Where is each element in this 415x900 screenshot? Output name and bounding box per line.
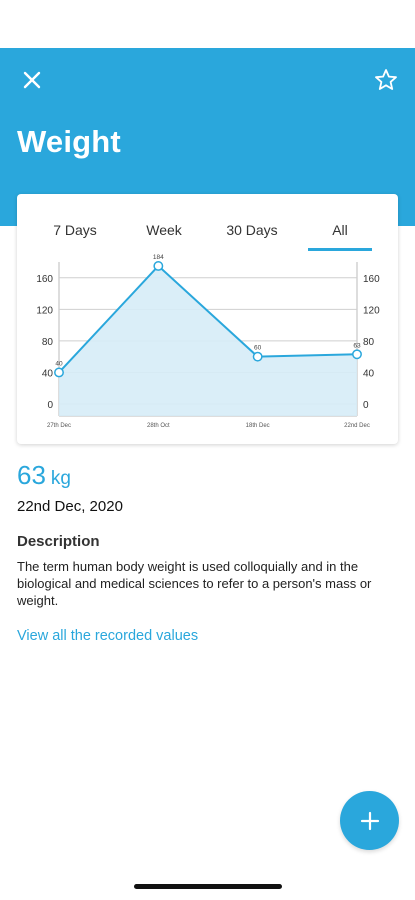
data-label: 63 xyxy=(353,342,361,349)
home-indicator xyxy=(134,884,282,889)
chart-card: 7 Days Week 30 Days All 0 0 40 40 80 80 120 120… xyxy=(17,194,398,444)
y-tick-label-left: 40 xyxy=(42,368,54,379)
latest-unit: kg xyxy=(50,468,71,489)
page-title: Weight xyxy=(17,124,121,159)
view-all-values-link[interactable]: View all the recorded values xyxy=(17,628,198,644)
x-tick-label: 27th Dec xyxy=(47,423,71,429)
weight-chart: 0 040 4080 80120 120160 1604018460 6327th Dec 2… xyxy=(36,254,380,429)
y-tick-label-right: 40 xyxy=(363,368,375,379)
star-outline-icon xyxy=(375,69,397,90)
y-tick-label-left: 160 xyxy=(36,274,53,285)
x-tick-label: 28th Oct xyxy=(147,423,170,429)
tab-7-days[interactable]: 7 Days xyxy=(53,222,97,238)
y-tick-label-right: 120 xyxy=(363,305,380,316)
add-record-button[interactable] xyxy=(340,791,399,850)
x-tick-label: 22nd Dec xyxy=(344,423,370,429)
latest-reading: 63 kg xyxy=(17,460,71,491)
plus-icon xyxy=(360,811,379,830)
y-tick-label-left: 120 xyxy=(36,305,53,316)
y-tick-label-right: 0 xyxy=(363,400,369,411)
description-title: Description xyxy=(17,533,100,550)
y-tick-label-right: 80 xyxy=(363,337,375,348)
data-label: 60 xyxy=(254,345,262,352)
data-label: 40 xyxy=(55,360,63,367)
description-text: The term human body weight is used collo… xyxy=(17,559,372,608)
data-point xyxy=(153,260,164,271)
close-icon xyxy=(23,71,41,89)
latest-date: 22nd Dec, 2020 xyxy=(17,498,123,515)
data-point xyxy=(54,367,64,378)
y-tick-label-left: 0 xyxy=(47,400,53,411)
tab-30-days[interactable]: 30 Days xyxy=(226,222,277,238)
y-tick-label-right: 160 xyxy=(363,274,380,285)
data-point xyxy=(352,349,362,360)
latest-value: 63 xyxy=(17,460,46,490)
y-tick-label-left: 80 xyxy=(42,337,54,348)
favorite-button[interactable] xyxy=(371,65,401,95)
close-button[interactable] xyxy=(17,65,47,95)
period-tabs: 7 Days Week 30 Days All xyxy=(17,194,398,252)
tab-selected-indicator xyxy=(308,248,372,251)
data-label: 184 xyxy=(153,254,164,261)
tab-week[interactable]: Week xyxy=(146,222,182,238)
tab-all[interactable]: All xyxy=(332,222,348,238)
data-point xyxy=(252,351,263,362)
x-tick-label: 18th Dec xyxy=(246,423,270,429)
